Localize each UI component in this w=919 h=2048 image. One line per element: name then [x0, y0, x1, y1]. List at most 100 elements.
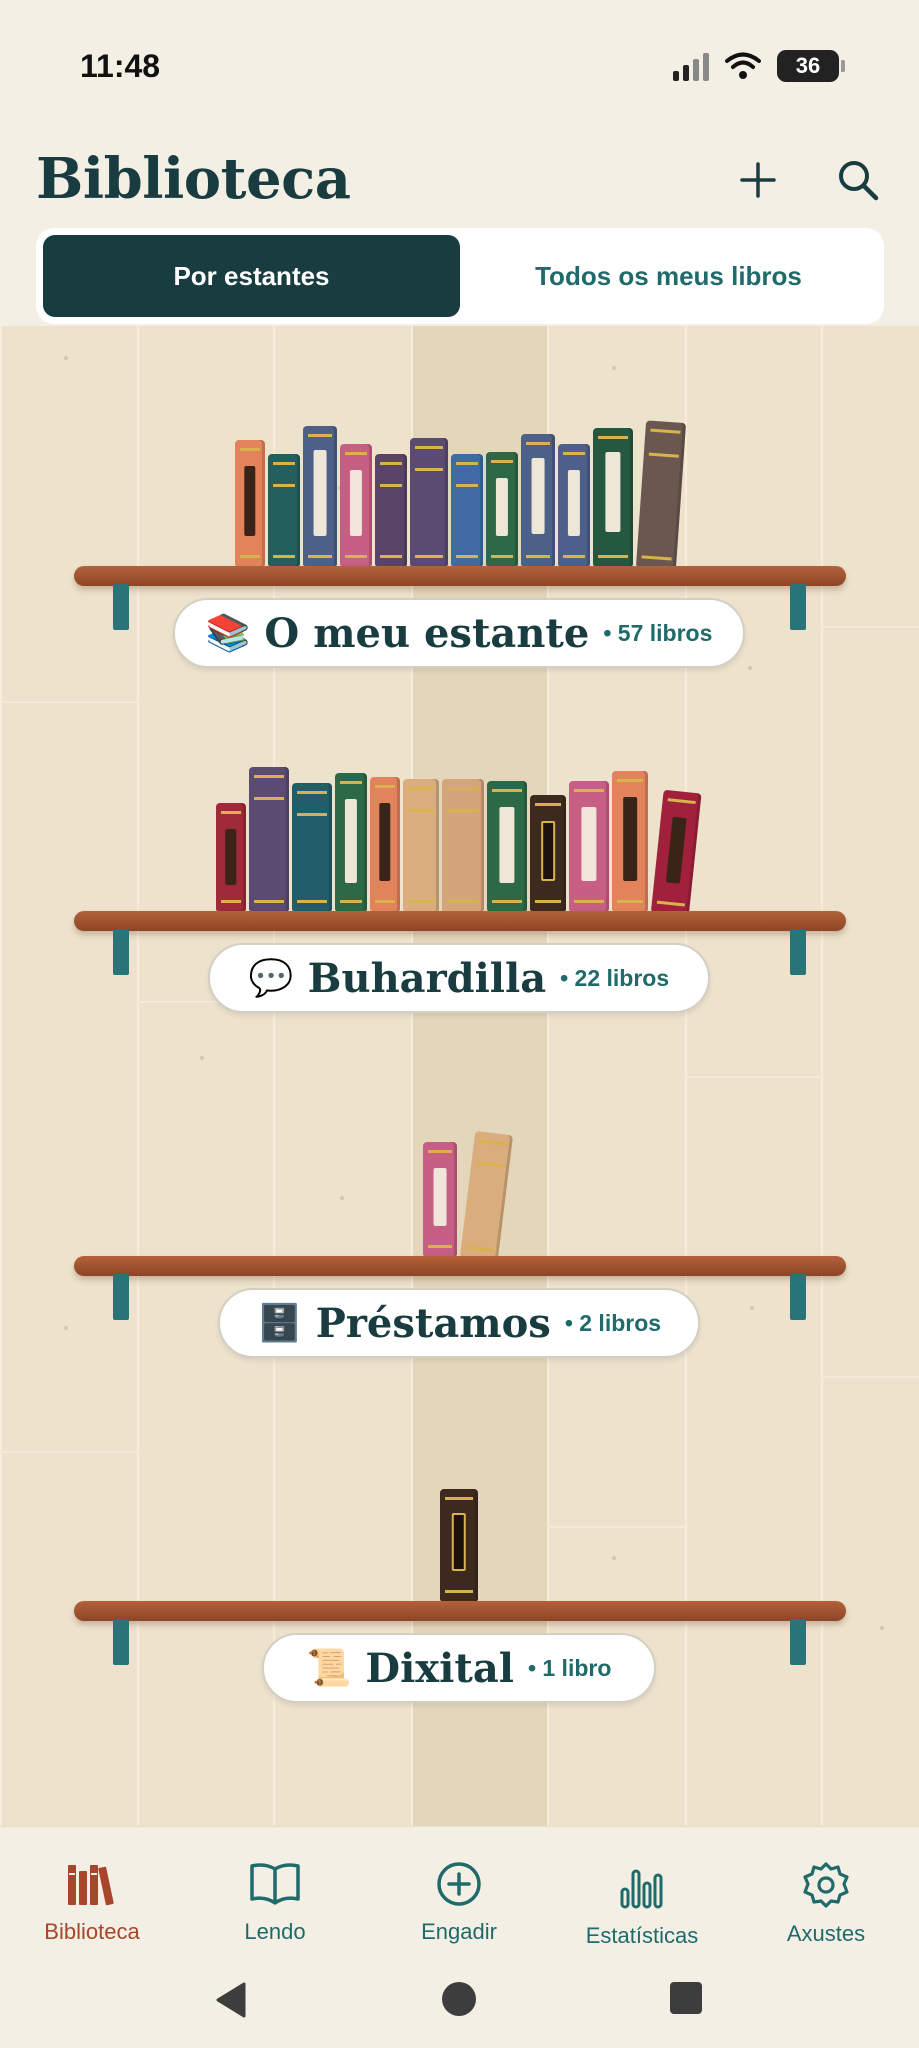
- book: [292, 783, 332, 911]
- system-nav-bar: [0, 1966, 919, 2048]
- shelf-bracket: [113, 1274, 129, 1320]
- book: [410, 438, 448, 566]
- book: [636, 420, 687, 569]
- page-title: Biblioteca: [36, 146, 351, 212]
- back-icon[interactable]: [212, 1980, 252, 2020]
- book: [216, 803, 246, 911]
- shelf-name: O meu estante: [264, 609, 590, 657]
- nav-biblioteca[interactable]: Biblioteca: [12, 1861, 172, 1945]
- book: [403, 779, 439, 911]
- book: [370, 777, 400, 911]
- book-row: [440, 1449, 478, 1601]
- shelf-label[interactable]: 💬 Buhardilla • 22 libros: [208, 943, 710, 1013]
- shelf-bracket: [113, 1619, 129, 1665]
- shelf-dixital[interactable]: 📜 Dixital • 1 libro: [0, 1361, 919, 1703]
- bottom-nav: Biblioteca Lendo Engadir Estatísticas Ax…: [0, 1826, 919, 1966]
- shelf-count: • 1 libro: [527, 1654, 612, 1681]
- book: [442, 779, 484, 911]
- book: [558, 444, 590, 566]
- shelf-bracket: [790, 1619, 806, 1665]
- book-row: [216, 759, 702, 915]
- status-bar: 11:48 36: [0, 0, 919, 130]
- gear-icon: [803, 1862, 849, 1908]
- shelf-board: [74, 1256, 846, 1276]
- shelf-prestamos[interactable]: 🗄️ Préstamos • 2 libros: [0, 1016, 919, 1358]
- library-icon: [68, 1865, 114, 1906]
- view-toggle: Por estantes Todos os meus libros: [36, 228, 884, 324]
- book: [451, 454, 483, 566]
- status-icons: 36: [673, 50, 845, 82]
- open-book-icon: [250, 1863, 300, 1905]
- tab-por-estantes[interactable]: Por estantes: [43, 235, 460, 317]
- shelf-bracket: [790, 929, 806, 975]
- book: [612, 771, 648, 911]
- signal-icon: [673, 51, 709, 81]
- shelf-label[interactable]: 📜 Dixital • 1 libro: [262, 1633, 656, 1703]
- shelf-name: Dixital: [365, 1644, 514, 1692]
- shelf-name: Buhardilla: [307, 954, 547, 1002]
- book: [593, 428, 633, 566]
- shelf-bracket: [790, 584, 806, 630]
- book: [340, 444, 372, 566]
- nav-label: Axustes: [786, 1921, 866, 1946]
- status-time: 11:48: [80, 48, 161, 84]
- book: [530, 795, 566, 911]
- book: [423, 1142, 457, 1256]
- book-row: [235, 414, 687, 569]
- book: [249, 767, 289, 911]
- shelf-board: [74, 1601, 846, 1621]
- plus-icon: [740, 162, 776, 198]
- book-row: [423, 1104, 514, 1261]
- battery-icon: 36: [777, 50, 845, 82]
- book: [375, 454, 407, 566]
- book: [521, 434, 555, 566]
- file-cabinet-icon: 🗄️: [256, 1302, 302, 1343]
- search-icon: [839, 161, 879, 201]
- shelf-bracket: [113, 929, 129, 975]
- speech-bubble-icon: 💬: [248, 957, 294, 998]
- shelf-buhardilla[interactable]: 💬 Buhardilla • 22 libros: [0, 671, 919, 1013]
- nav-label: Engadir: [421, 1919, 497, 1944]
- book: [569, 781, 609, 911]
- nav-label: Biblioteca: [44, 1919, 140, 1944]
- nav-engadir[interactable]: Engadir: [379, 1861, 539, 1945]
- book: [440, 1489, 478, 1601]
- shelf-label[interactable]: 📚 O meu estante • 57 libros: [173, 598, 745, 668]
- shelf-board: [74, 911, 846, 931]
- recents-icon[interactable]: [668, 1980, 704, 2016]
- book: [335, 773, 367, 911]
- home-icon[interactable]: [440, 1980, 478, 2018]
- header: Biblioteca: [0, 130, 919, 230]
- search-button[interactable]: [828, 150, 888, 210]
- shelf-count: • 57 libros: [603, 619, 713, 646]
- bookshelf-wall: 📚 O meu estante • 57 libros 💬 Buhardilla: [0, 326, 919, 1826]
- scroll-icon: 📜: [306, 1647, 352, 1688]
- nav-label: Estatísticas: [585, 1923, 699, 1948]
- wifi-icon: [725, 52, 761, 79]
- bar-chart-icon: [620, 1869, 663, 1909]
- book: [268, 454, 300, 566]
- shelf-count: • 22 libros: [560, 964, 670, 991]
- shelf-bracket: [790, 1274, 806, 1320]
- books-icon: 📚: [205, 612, 251, 653]
- book: [460, 1130, 514, 1261]
- shelf-o-meu-estante[interactable]: 📚 O meu estante • 57 libros: [0, 326, 919, 668]
- shelf-count: • 2 libros: [564, 1309, 662, 1336]
- nav-estatisticas[interactable]: Estatísticas: [562, 1861, 722, 1949]
- wall-dot: [748, 666, 752, 670]
- nav-lendo[interactable]: Lendo: [195, 1861, 355, 1945]
- book: [303, 426, 337, 566]
- book: [651, 789, 702, 915]
- book: [487, 781, 527, 911]
- add-button[interactable]: [728, 150, 788, 210]
- shelf-name: Préstamos: [315, 1299, 551, 1347]
- nav-axustes[interactable]: Axustes: [746, 1861, 906, 1947]
- shelf-bracket: [113, 584, 129, 630]
- shelf-board: [74, 566, 846, 586]
- shelf-label[interactable]: 🗄️ Préstamos • 2 libros: [218, 1288, 700, 1358]
- add-circle-icon: [437, 1862, 481, 1906]
- nav-label: Lendo: [244, 1919, 306, 1944]
- book: [486, 452, 518, 566]
- tab-todos-os-meus-libros[interactable]: Todos os meus libros: [460, 235, 877, 317]
- book: [235, 440, 265, 566]
